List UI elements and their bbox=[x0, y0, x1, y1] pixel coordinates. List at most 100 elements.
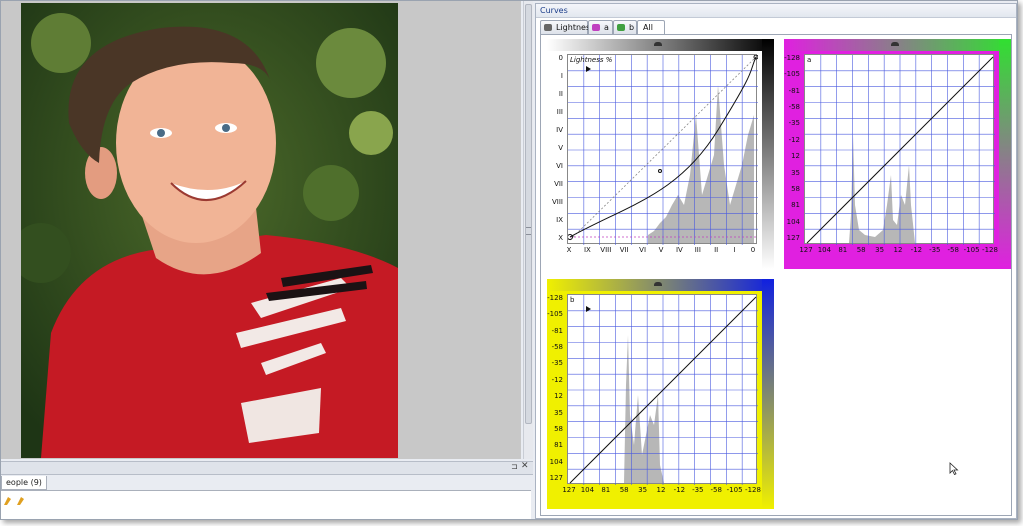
app-window: ⊐ ✕ eople (9) Curves Lightness a b All L… bbox=[0, 0, 1018, 520]
x-tick-label: 104 bbox=[817, 246, 832, 254]
viewer-scrollbar[interactable] bbox=[523, 1, 533, 459]
tab-all[interactable]: All bbox=[637, 20, 665, 35]
y-tick-label: -128 bbox=[547, 294, 563, 302]
grip-icon bbox=[526, 227, 531, 235]
y-tick-label: 58 bbox=[791, 184, 800, 193]
y-tick-label: 0 bbox=[558, 54, 563, 62]
y-tick-label: IV bbox=[556, 126, 563, 134]
y-tick-label: -58 bbox=[551, 343, 563, 352]
y-tick-label: II bbox=[558, 90, 563, 98]
x-tick-label: 81 bbox=[838, 246, 848, 254]
play-icon[interactable] bbox=[586, 306, 591, 312]
y-tick-label: -81 bbox=[551, 326, 563, 335]
y-tick-label: IX bbox=[556, 216, 563, 224]
x-tick-label: 12 bbox=[893, 246, 903, 254]
x-tick-label: IV bbox=[675, 246, 683, 254]
image-viewer bbox=[1, 1, 521, 459]
lightness-icon bbox=[544, 24, 552, 31]
tab-b[interactable]: b bbox=[613, 20, 637, 34]
x-tick-label: -58 bbox=[947, 246, 959, 254]
y-tick-label: VII bbox=[554, 180, 563, 188]
a-curve: a -128 -105 -81 -58 -35 -12 12 35 58 81 104 127 127 1… bbox=[784, 39, 1011, 269]
y-tick-label: 12 bbox=[791, 152, 800, 161]
x-tick-label: IX bbox=[583, 246, 591, 254]
x-tick-label: -105 bbox=[726, 486, 743, 494]
curves-content: Lightness % 0 I II III IV V VI VII VIII IX X X IX VII… bbox=[540, 34, 1012, 516]
y-tick-label: 81 bbox=[554, 441, 563, 450]
y-tick-label: X bbox=[558, 234, 563, 242]
y-tick-label: -12 bbox=[551, 375, 563, 384]
y-tick-label: VI bbox=[556, 162, 563, 170]
gradient-marker-icon[interactable] bbox=[891, 42, 899, 46]
y-tick-label: 58 bbox=[554, 424, 563, 433]
y-tick-label: 35 bbox=[791, 168, 800, 177]
x-tick-label: I bbox=[733, 246, 736, 254]
y-tick-label: VIII bbox=[552, 198, 563, 206]
lightness-plot[interactable]: Lightness % bbox=[567, 54, 758, 245]
pin-icon[interactable]: ⊐ bbox=[511, 462, 518, 471]
y-tick-label: -105 bbox=[547, 310, 563, 319]
x-tick-label: VII bbox=[619, 246, 629, 254]
x-tick-label: 35 bbox=[875, 246, 885, 254]
y-tick-label: -58 bbox=[788, 103, 800, 112]
y-tick-label: -35 bbox=[551, 359, 563, 368]
people-tab[interactable]: eople (9) bbox=[1, 476, 47, 490]
x-tick-label: 58 bbox=[856, 246, 866, 254]
y-tick-label: -105 bbox=[784, 70, 800, 79]
y-tick-label: V bbox=[558, 144, 563, 152]
y-tick-label: 104 bbox=[549, 457, 563, 466]
x-tick-label: 0 bbox=[750, 246, 756, 254]
photo bbox=[21, 3, 398, 458]
y-tick-label: 12 bbox=[554, 392, 563, 401]
y-tick-label: 81 bbox=[791, 201, 800, 210]
a-label: a bbox=[807, 56, 812, 64]
y-tick-label: 104 bbox=[786, 217, 800, 226]
x-tick-label: 58 bbox=[619, 486, 629, 494]
y-tick-label: -35 bbox=[788, 119, 800, 128]
tag-icon[interactable] bbox=[16, 496, 25, 506]
gradient-marker-icon[interactable] bbox=[654, 42, 662, 46]
x-tick-label: 127 bbox=[799, 246, 813, 254]
x-tick-label: 12 bbox=[656, 486, 666, 494]
gradient-marker-icon[interactable] bbox=[654, 282, 662, 286]
x-tick-label: 81 bbox=[601, 486, 611, 494]
x-tick-label: -128 bbox=[745, 486, 761, 494]
tag-icon[interactable] bbox=[3, 496, 12, 506]
mouse-cursor-icon bbox=[949, 462, 959, 475]
x-tick-label: X bbox=[566, 246, 572, 254]
x-tick-label: 104 bbox=[580, 486, 595, 494]
y-tick-label: -128 bbox=[784, 54, 800, 62]
close-icon[interactable]: ✕ bbox=[521, 461, 529, 471]
tab-a[interactable]: a bbox=[588, 20, 613, 34]
bottom-panel-header bbox=[1, 461, 533, 475]
x-tick-label: -35 bbox=[929, 246, 941, 254]
a-plot[interactable]: a bbox=[804, 54, 995, 245]
y-tick-label: 35 bbox=[554, 408, 563, 417]
x-tick-label: 35 bbox=[638, 486, 648, 494]
curves-title: Curves bbox=[536, 4, 1016, 18]
play-icon[interactable] bbox=[586, 66, 591, 72]
y-tick-label: -12 bbox=[788, 135, 800, 144]
x-tick-label: VIII bbox=[600, 246, 612, 254]
x-tick-label: II bbox=[714, 246, 719, 254]
b-plot[interactable]: b bbox=[567, 294, 758, 485]
x-tick-label: -105 bbox=[963, 246, 980, 254]
y-tick-label: 127 bbox=[549, 474, 563, 482]
x-tick-label: 127 bbox=[562, 486, 576, 494]
scrollbar-thumb[interactable] bbox=[525, 4, 532, 424]
b-label: b bbox=[570, 296, 575, 304]
x-tick-label: VI bbox=[639, 246, 647, 254]
x-tick-label: -58 bbox=[710, 486, 722, 494]
curves-panel: Curves Lightness a b All Lightness % 0 I… bbox=[535, 3, 1017, 519]
x-tick-label: -128 bbox=[982, 246, 998, 254]
b-curve: b -128 -105 -81 -58 -35 -12 12 35 58 81 104 127 127 1… bbox=[547, 279, 774, 509]
y-tick-label: -81 bbox=[788, 86, 800, 95]
b-channel-icon bbox=[617, 24, 625, 31]
a-channel-icon bbox=[592, 24, 600, 31]
lightness-label: Lightness % bbox=[570, 56, 613, 64]
y-tick-label: III bbox=[556, 108, 563, 116]
x-tick-label: -12 bbox=[910, 246, 923, 254]
tab-lightness[interactable]: Lightness bbox=[540, 20, 594, 34]
x-tick-label: V bbox=[658, 246, 664, 254]
x-tick-label: -12 bbox=[673, 486, 686, 494]
